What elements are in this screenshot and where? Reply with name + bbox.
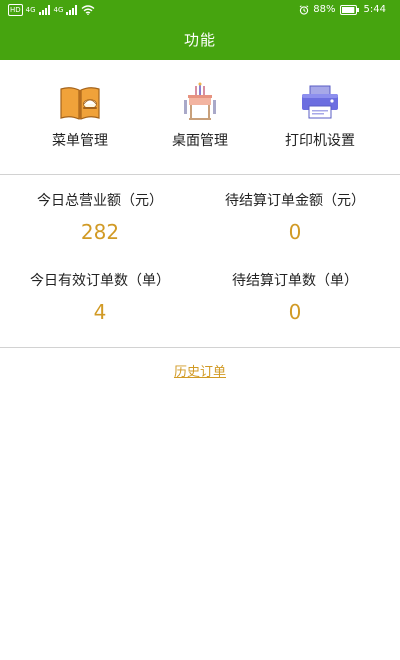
wifi-icon [81, 5, 95, 15]
pending-orders: 待结算订单数（单） 0 [195, 270, 395, 324]
pending-amount-label: 待结算订单金额（元） [225, 193, 365, 209]
pending-amount: 待结算订单金额（元） 0 [195, 190, 395, 244]
today-orders-label: 今日有效订单数（单） [30, 273, 170, 289]
table-management-label: 桌面管理 [172, 133, 228, 149]
table-management-button[interactable]: 桌面管理 [135, 80, 265, 150]
menu-management-button[interactable]: 菜单管理 [15, 80, 145, 150]
status-time: 5:44 [363, 4, 386, 15]
alarm-clock-icon [299, 4, 309, 15]
history-orders-link[interactable]: 历史订单 [0, 361, 400, 380]
menu-book-icon [60, 87, 100, 120]
today-revenue: 今日总营业额（元） 282 [0, 190, 200, 244]
page-title: 功能 [183, 31, 216, 49]
battery-percent: 88% [313, 4, 336, 15]
hd-indicator: HD [8, 4, 23, 16]
today-revenue-label: 今日总营业额（元） [37, 193, 163, 209]
signal-icon [38, 5, 50, 15]
signal-icon-2 [66, 5, 78, 15]
network-type-2: 4G [53, 6, 64, 14]
printer-icon [302, 85, 338, 119]
function-row: 菜单管理 桌面管理 打印机设置 [0, 80, 400, 160]
status-bar: HD 4G 4G 88% 5:44 [0, 0, 400, 22]
pending-orders-label: 待结算订单数（单） [232, 273, 358, 289]
top-bar: HD 4G 4G 88% 5:44 功能 [0, 0, 400, 60]
divider-bottom [0, 347, 400, 348]
divider-top [0, 174, 400, 175]
pending-amount-value: 0 [288, 220, 302, 244]
today-orders: 今日有效订单数（单） 4 [0, 270, 200, 324]
today-orders-value: 4 [93, 300, 107, 324]
network-type-1: 4G [25, 6, 36, 14]
status-left: HD 4G 4G [8, 4, 95, 16]
menu-management-label: 菜单管理 [52, 133, 108, 149]
printer-settings-button[interactable]: 打印机设置 [255, 80, 385, 150]
battery-icon [339, 4, 359, 15]
today-revenue-value: 282 [80, 220, 120, 244]
pending-orders-value: 0 [288, 300, 302, 324]
status-right: 88% 5:44 [299, 4, 386, 15]
printer-settings-label: 打印机设置 [285, 133, 355, 149]
dining-table-icon [184, 82, 216, 120]
